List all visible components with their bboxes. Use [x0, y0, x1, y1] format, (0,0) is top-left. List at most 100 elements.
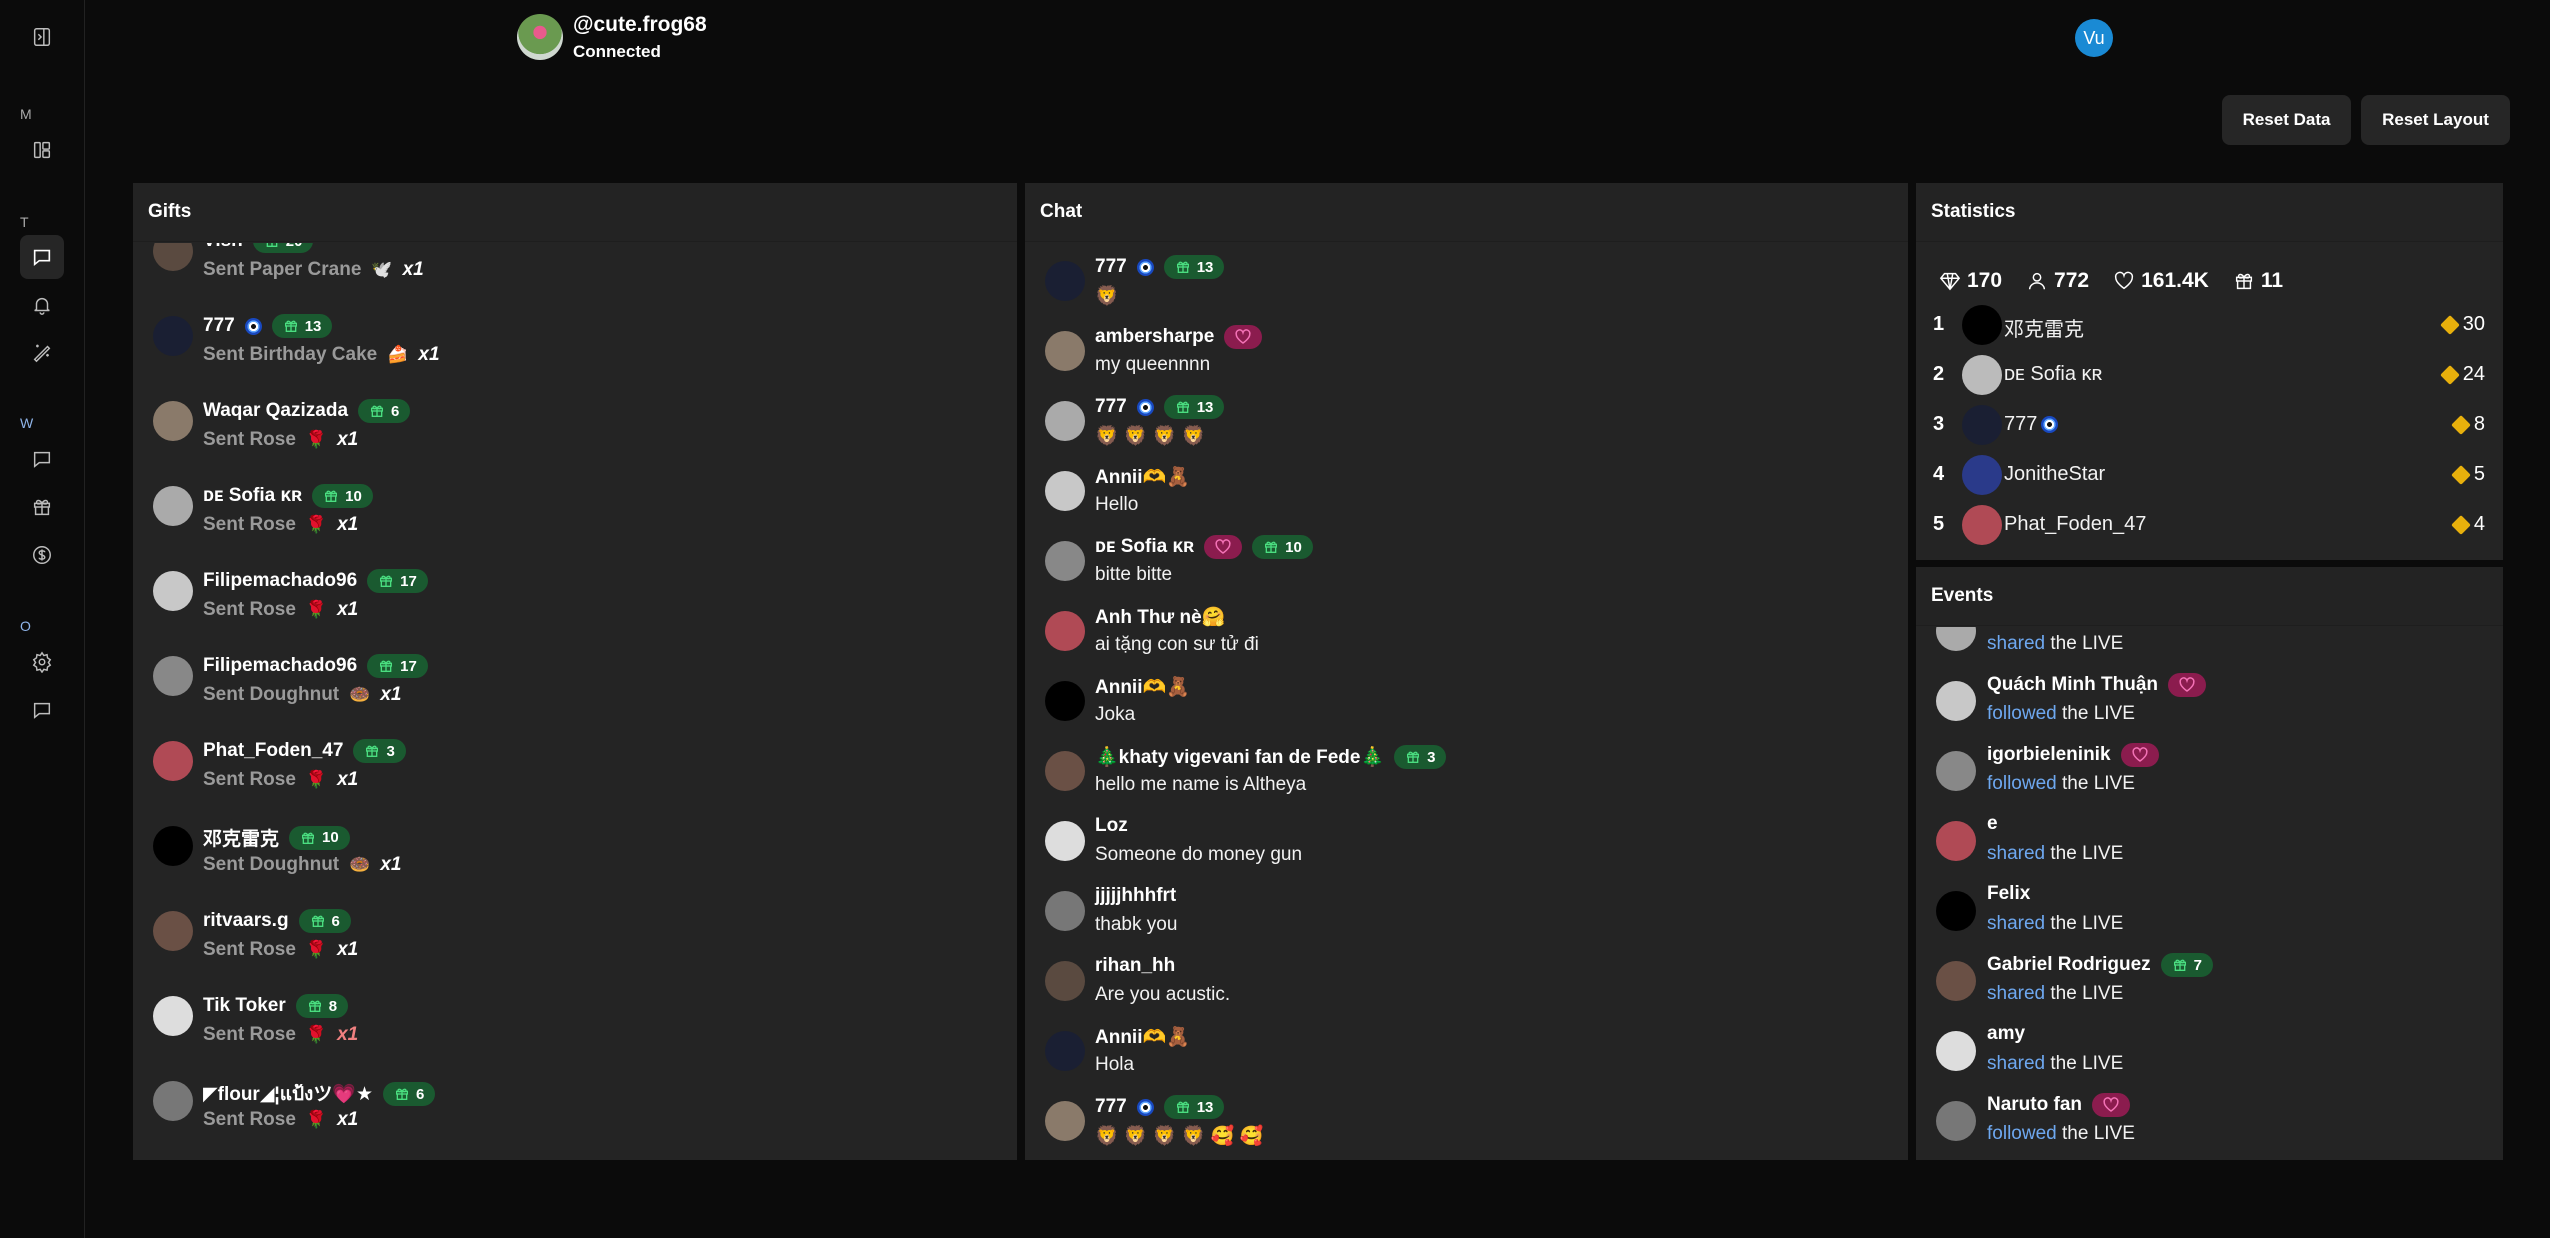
chat-message: Annii🫶🧸 Hello: [1025, 463, 1908, 529]
follower-badge: [2168, 673, 2206, 697]
evil-eye-emoji-icon: [1136, 1098, 1154, 1116]
gift-image-icon: 🍰: [387, 345, 409, 364]
gift-sender: ◤flour◢¦แป้งツ💗★ 6: [203, 1079, 436, 1109]
event-action: shared: [1987, 843, 2046, 864]
message-text: Are you acustic.: [1095, 984, 1231, 1005]
gift-icon: [1265, 541, 1278, 553]
user-avatar: [1045, 331, 1085, 371]
user-avatar: [1045, 541, 1085, 581]
chat-message: 777 13 🦁 🦁 🦁 🦁 🥰 🥰: [1025, 1093, 1908, 1159]
bell-icon: [34, 297, 50, 315]
sidebar-item-notifications[interactable]: [20, 283, 64, 327]
gift-item: ritvaars.g 6 Sent Rose 🌹 x1: [133, 905, 1017, 985]
panel-expand-icon: [33, 28, 51, 46]
event-username: Felix: [1987, 883, 2031, 904]
event-username: Naruto fan: [1987, 1094, 2082, 1115]
gift-text: Sent Doughnut: [203, 854, 340, 875]
sidebar-item-gift-widget[interactable]: [20, 485, 64, 529]
gift-icon: [1407, 751, 1420, 763]
event-item: amy shared the LIVE: [1916, 1021, 2503, 1087]
message-text: thabk you: [1095, 914, 1178, 935]
gift-count: x1: [337, 514, 359, 535]
sender-name: Tik Toker: [203, 995, 286, 1016]
event-item: shared the LIVE: [1916, 627, 2503, 667]
follower-badge: [2120, 743, 2159, 767]
sidebar-item-settings[interactable]: [20, 640, 64, 684]
streamer-avatar: [517, 14, 563, 60]
gift-count: x1: [337, 1109, 359, 1130]
sender-name: ◤flour◢¦แป้งツ💗★: [203, 1084, 374, 1105]
message-text: Joka: [1095, 704, 1136, 725]
leaderboard-name: ᴅᴇ Sofia ᴋʀ: [2004, 363, 2103, 385]
chat-message: jjjjjhhhfrt thabk you: [1025, 883, 1908, 949]
gift-sender: 777 13: [203, 314, 333, 338]
gift-description: Sent Birthday Cake 🍰 x1: [203, 344, 440, 366]
rank-number: 4: [1933, 463, 1945, 485]
sidebar-item-chat-widget[interactable]: [20, 437, 64, 481]
sidebar-item-feedback[interactable]: [20, 688, 64, 732]
chat-author: ambersharpe: [1095, 325, 1263, 349]
gift-count-badge: 13: [1163, 255, 1225, 279]
message-text: my queennnn: [1095, 354, 1211, 375]
gift-sender: ᴅᴇ Sofia ᴋʀ 10: [203, 484, 373, 508]
diamond-icon: [1939, 272, 1961, 291]
event-action: shared: [1987, 983, 2046, 1004]
gifts-list[interactable]: Vish 20 Sent Paper Crane 🕊️ x1 777 13 Sent…: [133, 243, 1017, 1160]
sidebar: M T W O: [0, 0, 85, 1238]
chat-author: Loz: [1095, 815, 1128, 837]
gift-icon: [380, 660, 393, 672]
reset-data-button[interactable]: Reset Data: [2222, 95, 2351, 145]
event-user: amy: [1987, 1023, 2025, 1045]
chat-panel: Chat 777 13 🦁 ambersharpe my queennnn 777…: [1025, 183, 1908, 1160]
user-avatar: [1045, 611, 1085, 651]
gift-item: 777 13 Sent Birthday Cake 🍰 x1: [133, 310, 1017, 390]
event-target: the LIVE: [2062, 1123, 2135, 1144]
user-avatar: [1936, 1031, 1976, 1071]
gift-count-badge: 13: [1163, 395, 1225, 419]
chat-author: rihan_hh: [1095, 955, 1175, 977]
sidebar-toggle-button[interactable]: [20, 15, 64, 59]
gift-text: Sent Rose: [203, 769, 296, 790]
reset-layout-button[interactable]: Reset Layout: [2361, 95, 2510, 145]
streamer-username: @cute.frog68: [573, 13, 707, 36]
likes-stat: 161.4K: [2113, 269, 2209, 293]
user-avatar: [1936, 627, 1976, 651]
viewers-value: 772: [2054, 269, 2090, 292]
rank-number: 1: [1933, 313, 1945, 335]
sidebar-item-chat[interactable]: [20, 235, 64, 279]
gift-icon: [366, 745, 379, 757]
sidebar-item-dashboard[interactable]: [20, 128, 64, 172]
user-avatar: [1045, 1101, 1085, 1141]
gift-description: Sent Rose 🌹 x1: [203, 939, 358, 961]
user-avatar: [153, 1081, 193, 1121]
user-avatar: [1936, 961, 1976, 1001]
gift-icon: [2235, 273, 2252, 290]
follower-badge: [2092, 1093, 2130, 1117]
sidebar-item-donations[interactable]: [20, 533, 64, 577]
gift-image-icon: 🌹: [305, 430, 328, 449]
author-name: jjjjjhhhfrt: [1095, 885, 1177, 906]
heart-icon: [2103, 1097, 2119, 1112]
author-name: rihan_hh: [1095, 955, 1176, 976]
leaderboard-name: JonitheStar: [2004, 463, 2106, 485]
gift-text: Sent Rose: [203, 514, 296, 535]
gift-count: x1: [418, 344, 440, 365]
message-text: Hello: [1095, 494, 1139, 515]
event-item: Felix shared the LIVE: [1916, 881, 2503, 947]
user-avatar: [1936, 681, 1976, 721]
sidebar-item-effects[interactable]: [20, 330, 64, 374]
user-avatar-button[interactable]: Vu: [2075, 19, 2113, 57]
gift-item: ◤flour◢¦แป้งツ💗★ 6 Sent Rose 🌹 x1: [133, 1075, 1017, 1155]
chat-list[interactable]: 777 13 🦁 ambersharpe my queennnn 777 13 🦁 …: [1025, 243, 1908, 1160]
gift-count: x1: [337, 1024, 359, 1045]
chat-author: Annii🫶🧸: [1095, 675, 1190, 699]
events-list[interactable]: shared the LIVE Quách Minh Thuận followe…: [1916, 627, 2503, 1160]
gift-count: x1: [337, 599, 359, 620]
chat-message: Annii🫶🧸 Hola: [1025, 1023, 1908, 1089]
author-name: 777: [1095, 1096, 1127, 1117]
user-avatar: [1936, 1101, 1976, 1141]
gift-count-badge: 7: [2160, 953, 2213, 977]
event-item: e shared the LIVE: [1916, 811, 2503, 877]
likes-value: 161.4K: [2141, 269, 2209, 292]
message-text: Hola: [1095, 1054, 1135, 1075]
